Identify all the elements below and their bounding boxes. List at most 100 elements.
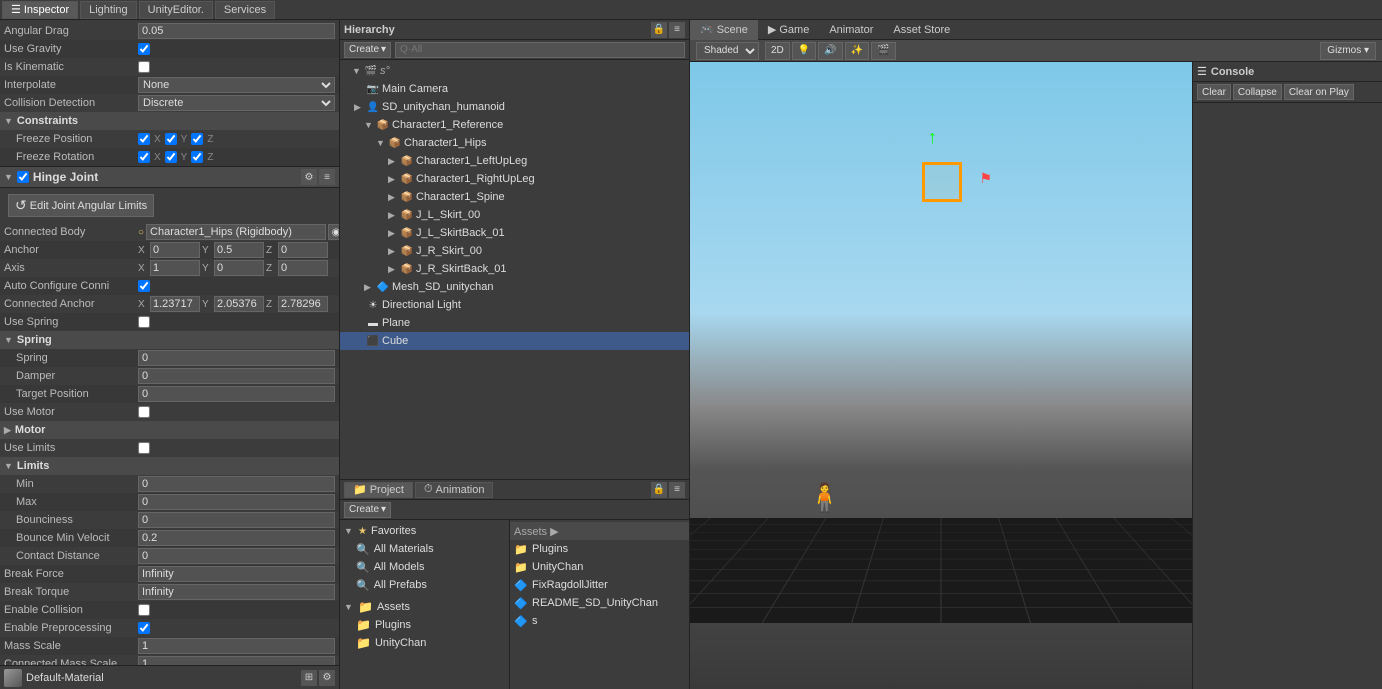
hier-menu-btn[interactable]: ≡	[669, 22, 685, 38]
anchor-y-input[interactable]	[214, 242, 264, 258]
hinge-joint-menu-btn[interactable]: ≡	[319, 169, 335, 185]
console-clear-btn[interactable]: Clear	[1197, 84, 1231, 100]
collision-detection-select[interactable]: Discrete	[138, 95, 335, 111]
tree-jl-skirt[interactable]: ▶ 📦 J_L_Skirt_00	[340, 206, 689, 224]
tree-cube[interactable]: ⬛ Cube	[340, 332, 689, 350]
favorites-folder[interactable]: ▼ ★ Favorites	[340, 522, 509, 540]
tree-char-reference[interactable]: ▼ 📦 Character1_Reference	[340, 116, 689, 134]
is-kinematic-checkbox[interactable]	[138, 61, 150, 73]
freeze-rotation-y[interactable]	[165, 151, 177, 163]
limits-section[interactable]: ▼ Limits	[0, 457, 339, 475]
constraints-section[interactable]: ▼ Constraints	[0, 112, 339, 130]
tree-jl-skirtback[interactable]: ▶ 📦 J_L_SkirtBack_01	[340, 224, 689, 242]
scene-view[interactable]: 🧍 ↑ ⚑	[690, 62, 1192, 689]
tree-plane[interactable]: ▬ Plane	[340, 314, 689, 332]
auto-configure-checkbox[interactable]	[138, 280, 150, 292]
tree-spine[interactable]: ▶ 📦 Character1_Spine	[340, 188, 689, 206]
inspector-gear-btn[interactable]: ⚙	[319, 670, 335, 686]
tab-game[interactable]: ▶ Game	[758, 20, 819, 40]
asset-fixragdoll[interactable]: 🔷 FixRagdollJitter	[510, 576, 689, 594]
tree-sd-humanoid[interactable]: ▶ 👤 SD_unitychan_humanoid	[340, 98, 689, 116]
freeze-rotation-x[interactable]	[138, 151, 150, 163]
freeze-position-y[interactable]	[165, 133, 177, 145]
use-gravity-checkbox[interactable]	[138, 43, 150, 55]
tab-animator[interactable]: Animator	[819, 20, 883, 40]
tree-left-upleg[interactable]: ▶ 📦 Character1_LeftUpLeg	[340, 152, 689, 170]
anchor-x-input[interactable]	[150, 242, 200, 258]
axis-x-input[interactable]	[150, 260, 200, 276]
tree-jr-skirtback[interactable]: ▶ 📦 J_R_SkirtBack_01	[340, 260, 689, 278]
toolbar-audio-btn[interactable]: 🔊	[818, 42, 842, 60]
tab-unity-editor[interactable]: UnityEditor.	[139, 1, 213, 19]
plugins-folder-item[interactable]: 📁 Plugins	[340, 616, 509, 634]
bounce-min-velocity-input[interactable]	[138, 530, 335, 546]
tree-scene-root[interactable]: ▼ 🎬 s°	[340, 62, 689, 80]
ca-y-input[interactable]	[214, 296, 264, 312]
connected-mass-scale-input[interactable]	[138, 656, 335, 665]
freeze-position-z[interactable]	[191, 133, 203, 145]
tab-inspector[interactable]: ☰ Inspector	[2, 1, 78, 19]
hier-create-btn[interactable]: Create ▾	[344, 42, 391, 58]
bounciness-input[interactable]	[138, 512, 335, 528]
use-spring-checkbox[interactable]	[138, 316, 150, 328]
project-lock-btn[interactable]: 🔒	[651, 482, 667, 498]
ca-z-input[interactable]	[278, 296, 328, 312]
asset-scene[interactable]: 🔷 s	[510, 612, 689, 630]
tab-scene[interactable]: 🎮 Scene	[690, 20, 758, 40]
toolbar-scene-btn[interactable]: 🎬	[871, 42, 895, 60]
max-input[interactable]	[138, 494, 335, 510]
axis-y-input[interactable]	[214, 260, 264, 276]
enable-collision-checkbox[interactable]	[138, 604, 150, 616]
target-position-input[interactable]	[138, 386, 335, 402]
connected-body-input[interactable]	[146, 224, 326, 240]
mass-scale-input[interactable]	[138, 638, 335, 654]
tab-animation[interactable]: ⏱ Animation	[415, 482, 494, 498]
all-prefabs-item[interactable]: 🔍 All Prefabs	[340, 576, 509, 594]
damper-input[interactable]	[138, 368, 335, 384]
project-create-btn[interactable]: Create ▾	[344, 502, 391, 518]
asset-plugins[interactable]: 📁 Plugins	[510, 540, 689, 558]
hinge-joint-settings-btn[interactable]: ⚙	[301, 169, 317, 185]
tree-char-hips[interactable]: ▼ 📦 Character1_Hips	[340, 134, 689, 152]
inspector-settings-btn[interactable]: ⊞	[301, 670, 317, 686]
project-menu-btn[interactable]: ≡	[669, 482, 685, 498]
tab-services[interactable]: Services	[215, 1, 275, 19]
break-torque-input[interactable]	[138, 584, 335, 600]
freeze-position-x[interactable]	[138, 133, 150, 145]
anchor-z-input[interactable]	[278, 242, 328, 258]
hierarchy-search[interactable]	[395, 42, 685, 58]
tree-right-upleg[interactable]: ▶ 📦 Character1_RightUpLeg	[340, 170, 689, 188]
toolbar-light-btn[interactable]: 💡	[792, 42, 816, 60]
hinge-joint-enable[interactable]	[17, 171, 29, 183]
enable-preprocessing-checkbox[interactable]	[138, 622, 150, 634]
interpolate-select[interactable]: None	[138, 77, 335, 93]
tab-lighting[interactable]: Lighting	[80, 1, 137, 19]
console-collapse-btn[interactable]: Collapse	[1233, 84, 1282, 100]
unitychan-folder-item[interactable]: 📁 UnityChan	[340, 634, 509, 652]
console-clear-on-play-btn[interactable]: Clear on Play	[1284, 84, 1354, 100]
spring-section[interactable]: ▼ Spring	[0, 331, 339, 349]
connected-body-select-btn[interactable]: ◉	[328, 224, 339, 240]
toolbar-fx-btn[interactable]: ✨	[845, 42, 869, 60]
break-force-input[interactable]	[138, 566, 335, 582]
gizmos-btn[interactable]: Gizmos ▾	[1320, 42, 1376, 60]
tree-mesh-sd[interactable]: ▶ 🔷 Mesh_SD_unitychan	[340, 278, 689, 296]
contact-distance-input[interactable]	[138, 548, 335, 564]
use-motor-checkbox[interactable]	[138, 406, 150, 418]
tree-dir-light[interactable]: ☀ Directional Light	[340, 296, 689, 314]
assets-folder[interactable]: ▼ 📁 Assets	[340, 598, 509, 616]
motor-section[interactable]: ▶ Motor	[0, 421, 339, 439]
edit-joint-limits-btn[interactable]: ↺ Edit Joint Angular Limits	[8, 194, 154, 217]
use-limits-checkbox[interactable]	[138, 442, 150, 454]
asset-readme[interactable]: 🔷 README_SD_UnityChan	[510, 594, 689, 612]
min-input[interactable]	[138, 476, 335, 492]
shaded-select[interactable]: Shaded	[696, 42, 759, 60]
angular-drag-input[interactable]	[138, 23, 335, 39]
asset-unitychan[interactable]: 📁 UnityChan	[510, 558, 689, 576]
tree-jr-skirt[interactable]: ▶ 📦 J_R_Skirt_00	[340, 242, 689, 260]
tab-asset-store[interactable]: Asset Store	[883, 20, 960, 40]
axis-z-input[interactable]	[278, 260, 328, 276]
tree-main-camera[interactable]: 📷 Main Camera	[340, 80, 689, 98]
all-models-item[interactable]: 🔍 All Models	[340, 558, 509, 576]
all-materials-item[interactable]: 🔍 All Materials	[340, 540, 509, 558]
